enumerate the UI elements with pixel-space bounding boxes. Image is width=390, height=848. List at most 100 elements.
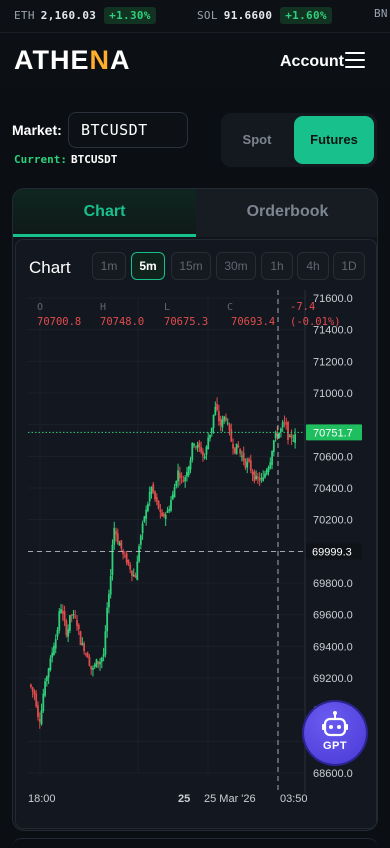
candle-body — [228, 424, 231, 431]
account-link[interactable]: Account — [280, 53, 344, 71]
candle-body — [45, 676, 48, 682]
candle-body — [191, 442, 194, 461]
candle-body — [132, 574, 135, 577]
candle-body — [113, 528, 116, 545]
candle-body — [205, 446, 208, 455]
logo-text-end: A — [110, 45, 131, 75]
candle-body — [138, 546, 140, 562]
candle-body — [280, 428, 282, 432]
futures-button[interactable]: Futures — [294, 116, 374, 164]
timeframe-15m[interactable]: 15m — [171, 252, 211, 280]
spot-button[interactable]: Spot — [221, 113, 293, 167]
candle-body — [251, 471, 254, 475]
candle-body — [223, 416, 226, 421]
ticker-symbol: ETH — [14, 9, 35, 22]
candle-body — [157, 500, 160, 509]
candle-body — [290, 434, 293, 439]
candle-body — [249, 460, 252, 471]
candle-body — [288, 435, 291, 437]
candle-body — [180, 476, 183, 478]
candle-body — [260, 477, 263, 479]
market-mode-toggle: Spot Futures — [221, 113, 377, 167]
candle-body — [226, 422, 229, 424]
candle-body — [47, 668, 50, 678]
timeframe-1h[interactable]: 1h — [261, 252, 293, 280]
timeframe-4h[interactable]: 4h — [297, 252, 329, 280]
candle-body — [194, 446, 197, 448]
candle-body — [281, 422, 284, 428]
candle-body — [244, 459, 247, 468]
candle-body — [88, 656, 91, 666]
tab-orderbook[interactable]: Orderbook — [196, 189, 377, 237]
candle-body — [127, 559, 130, 565]
hamburger-menu-icon[interactable] — [345, 52, 365, 70]
candle-body — [97, 661, 100, 665]
candle-body — [49, 658, 52, 671]
ticker-item-bn[interactable]: BN — [374, 7, 390, 20]
candle-body — [40, 710, 43, 725]
current-value: BTCUSDT — [70, 153, 118, 166]
candle-body — [178, 472, 181, 479]
y-tick-label: 70400.0 — [313, 483, 353, 495]
ticker-item-sol[interactable]: SOL 91.6600 +1.60% — [197, 7, 332, 24]
market-input[interactable]: BTCUSDT — [68, 112, 188, 148]
candle-body — [189, 460, 192, 470]
gpt-assistant-button[interactable]: GPT — [304, 702, 366, 764]
candle-body — [102, 654, 105, 657]
candle-body — [203, 456, 206, 459]
tab-chart[interactable]: Chart — [13, 189, 196, 237]
candle-body — [129, 565, 132, 570]
candle-body — [202, 451, 204, 456]
ticker-symbol: SOL — [197, 9, 218, 22]
ticker-item-eth[interactable]: ETH 2,160.03 +1.30% — [14, 7, 156, 24]
candle-body — [155, 497, 158, 502]
candle-body — [217, 411, 220, 421]
candle-body — [154, 491, 156, 500]
candle-body — [196, 444, 199, 449]
logo-text-accent: N — [89, 45, 110, 75]
ticker-change: +1.30% — [104, 7, 156, 24]
candle-body — [200, 447, 203, 453]
athena-logo[interactable]: ATHENA — [14, 45, 131, 76]
candle-body — [54, 639, 57, 649]
candle-body — [56, 630, 59, 637]
candle-body — [272, 440, 275, 453]
ticker-change: +1.60% — [280, 7, 332, 24]
candle-body — [285, 422, 288, 425]
candle-body — [70, 614, 73, 616]
timeframe-5m[interactable]: 5m — [131, 252, 165, 280]
candle-body — [65, 621, 68, 636]
candle-body — [152, 484, 155, 492]
candle-body — [221, 419, 224, 428]
view-tabs: Chart Orderbook — [13, 189, 377, 237]
candle-body — [283, 421, 286, 423]
ticker-price: 91.6600 — [223, 9, 273, 22]
candle-body — [83, 643, 85, 652]
logo-text-start: ATHE — [14, 45, 90, 75]
candle-body — [235, 443, 238, 455]
candle-body — [86, 652, 89, 658]
ohlc-value: 70748.0 — [100, 316, 144, 328]
y-tick-label: 69400.0 — [313, 641, 353, 653]
candle-body — [182, 480, 185, 482]
timeframe-30m[interactable]: 30m — [216, 252, 256, 280]
candle-body — [131, 570, 133, 576]
timeframe-1d[interactable]: 1D — [333, 252, 365, 280]
candle-body — [212, 414, 215, 429]
candle-body — [63, 611, 66, 622]
y-tick-label: 69800.0 — [313, 578, 353, 590]
candle-body — [106, 607, 109, 632]
timeframe-1m[interactable]: 1m — [92, 252, 126, 280]
candle-body — [253, 471, 256, 482]
candle-body — [90, 665, 93, 670]
next-card-edge — [12, 838, 378, 848]
candle-body — [161, 512, 164, 517]
candle-body — [99, 661, 101, 665]
candle-body — [162, 513, 165, 517]
candle-body — [171, 494, 174, 500]
candle-body — [67, 629, 70, 637]
candle-body — [278, 432, 281, 438]
candle-body — [79, 631, 82, 646]
candle-body — [69, 615, 71, 631]
candle-body — [120, 540, 123, 549]
